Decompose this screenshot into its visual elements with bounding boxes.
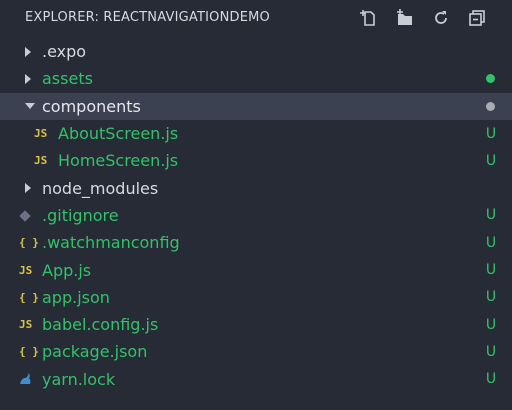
chevron-down-icon[interactable] xyxy=(25,103,35,110)
json-file-icon: { } xyxy=(19,290,39,304)
git-status-badge: U xyxy=(485,152,497,169)
git-status-badge: U xyxy=(485,262,497,279)
new-folder-icon[interactable] xyxy=(394,7,416,29)
tree-item-label: yarn.lock xyxy=(42,369,116,389)
tree-item-label: components xyxy=(42,96,141,116)
explorer-header: EXPLORER: REACTNAVIGATIONDEMO xyxy=(0,0,512,36)
tree-item-gitignore[interactable]: .gitignore U xyxy=(0,202,512,229)
untracked-dot xyxy=(486,74,495,84)
tree-item-label: .expo xyxy=(42,42,87,62)
tree-item-babel-config-js[interactable]: JS babel.config.js U xyxy=(0,311,512,338)
git-status-badge: U xyxy=(485,343,497,360)
tree-item-label: .gitignore xyxy=(42,205,119,225)
new-file-icon[interactable] xyxy=(358,7,380,29)
explorer-panel: EXPLORER: REACTNAVIGATIONDEMO .expo asse xyxy=(0,0,512,410)
chevron-right-icon[interactable] xyxy=(25,183,31,194)
json-file-icon: { } xyxy=(19,345,39,359)
git-status-badge: U xyxy=(485,316,497,333)
git-status-badge: U xyxy=(485,289,497,306)
git-status-badge: U xyxy=(485,125,497,142)
tree-item-label: package.json xyxy=(42,342,148,362)
tree-item-components-folder[interactable]: components xyxy=(0,92,512,120)
chevron-right-icon[interactable] xyxy=(25,46,31,57)
collapse-all-icon[interactable] xyxy=(466,7,488,29)
tree-item-assets-folder[interactable]: assets xyxy=(0,65,512,92)
git-icon xyxy=(19,210,31,222)
yarn-cat-icon xyxy=(18,372,32,386)
chevron-right-icon[interactable] xyxy=(25,73,31,84)
file-tree: .expo assets components JS AboutScreen.j… xyxy=(0,38,512,393)
tree-item-package-json[interactable]: { } package.json U xyxy=(0,338,512,365)
modified-dot xyxy=(486,101,495,111)
git-status-badge: U xyxy=(485,207,497,224)
js-file-icon: JS xyxy=(34,127,48,141)
tree-item-label: AboutScreen.js xyxy=(58,124,179,144)
js-file-icon: JS xyxy=(19,318,33,332)
tree-item-expo-folder[interactable]: .expo xyxy=(0,38,512,65)
js-file-icon: JS xyxy=(19,263,33,277)
tree-item-label: babel.config.js xyxy=(42,315,159,335)
json-file-icon: { } xyxy=(19,236,39,250)
tree-item-label: app.json xyxy=(42,287,110,307)
js-file-icon: JS xyxy=(34,154,48,168)
tree-item-yarn-lock[interactable]: yarn.lock U xyxy=(0,366,512,393)
tree-item-label: node_modules xyxy=(42,178,159,198)
git-status-badge: U xyxy=(485,371,497,388)
tree-item-app-js[interactable]: JS App.js U xyxy=(0,256,512,283)
tree-item-label: .watchmanconfig xyxy=(42,233,180,253)
tree-item-watchmanconfig[interactable]: { } .watchmanconfig U xyxy=(0,229,512,256)
tree-item-label: App.js xyxy=(42,260,92,280)
explorer-title: EXPLORER: REACTNAVIGATIONDEMO xyxy=(25,10,270,25)
tree-item-label: HomeScreen.js xyxy=(58,151,179,171)
tree-item-node-modules-folder[interactable]: node_modules xyxy=(0,174,512,201)
tree-item-aboutscreen-js[interactable]: JS AboutScreen.js U xyxy=(0,120,512,147)
explorer-actions xyxy=(358,7,488,29)
tree-item-app-json[interactable]: { } app.json U xyxy=(0,284,512,311)
git-status-badge: U xyxy=(485,234,497,251)
tree-item-label: assets xyxy=(42,69,93,89)
refresh-icon[interactable] xyxy=(430,7,452,29)
tree-item-homescreen-js[interactable]: JS HomeScreen.js U xyxy=(0,147,512,174)
